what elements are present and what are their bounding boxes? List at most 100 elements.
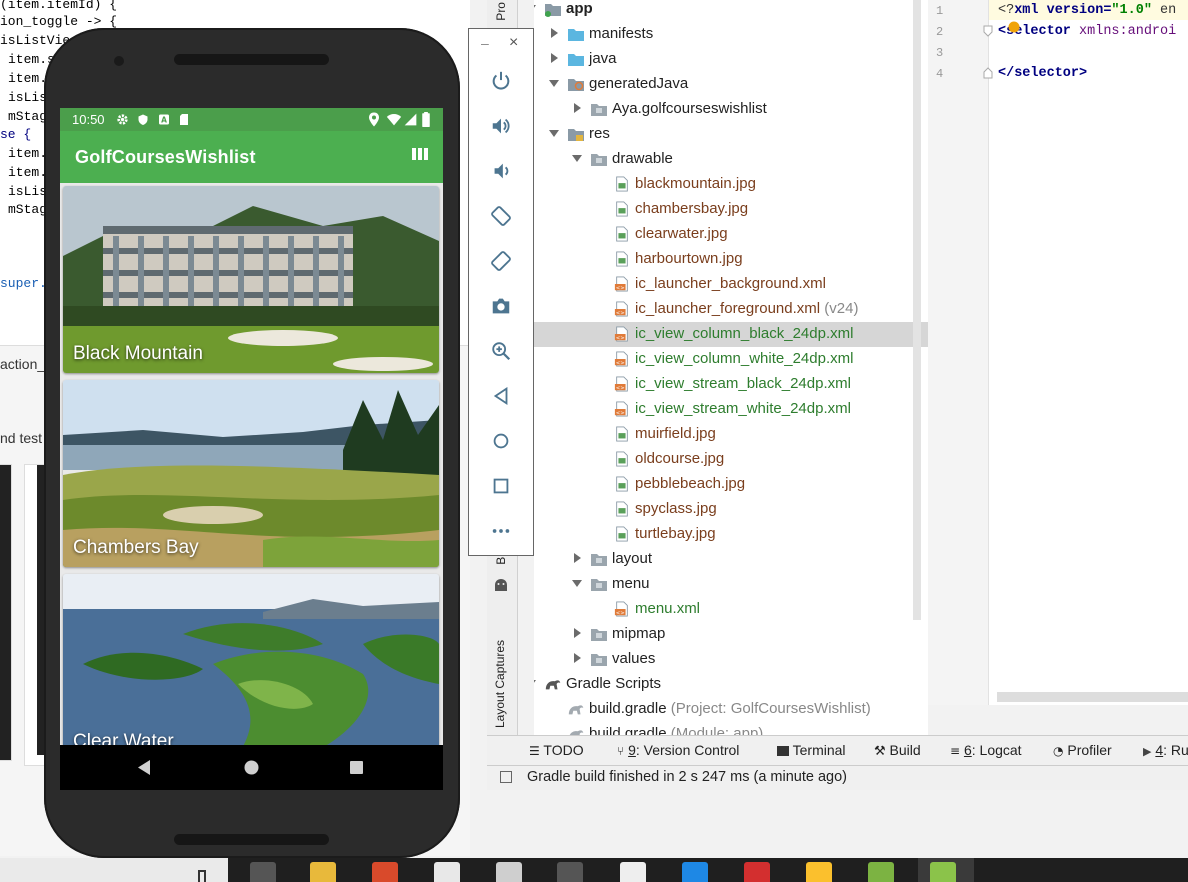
tree-item[interactable]: app [534, 0, 928, 22]
tree-item[interactable]: <> ic_view_column_white_24dp.xml [534, 347, 928, 372]
course-card[interactable]: Chambers Bay [63, 380, 439, 567]
project-tool-tab[interactable]: Pro [494, 2, 508, 21]
tree-item[interactable]: muirfield.jpg [534, 422, 928, 447]
xml-editor[interactable]: 1 2 3 4 <?xml version="1.0" en <selector… [928, 0, 1188, 705]
tree-item[interactable]: Gradle Scripts [534, 672, 928, 697]
tab-run[interactable]: ▶ 4: Ru [1143, 742, 1188, 758]
file-explorer-icon[interactable] [310, 862, 336, 882]
minimize-button[interactable]: – [481, 35, 489, 51]
intention-bulb-icon[interactable] [1008, 21, 1020, 33]
emulator-screen[interactable]: 10:50 A GolfCoursesWishlist Black Mounta… [60, 108, 443, 790]
tree-item[interactable]: values [534, 647, 928, 672]
chevron-down-icon[interactable] [534, 678, 536, 688]
tree-scrollbar[interactable] [913, 0, 921, 620]
editor-horizontal-scrollbar[interactable] [997, 692, 1188, 702]
tree-item[interactable]: menu [534, 572, 928, 597]
home-button[interactable] [469, 418, 533, 463]
tree-item[interactable]: <> ic_launcher_foreground.xml (v24) [534, 297, 928, 322]
volume-down-button[interactable] [469, 148, 533, 193]
tree-item[interactable]: spyclass.jpg [534, 497, 928, 522]
tab-todo[interactable]: ☰ TODO [529, 742, 584, 758]
tree-item[interactable]: harbourtown.jpg [534, 247, 928, 272]
tab-logcat[interactable]: ≡ 6: Logcat [950, 742, 1022, 758]
event-log-icon[interactable] [500, 771, 512, 783]
tab-profiler[interactable]: ◔ Profiler [1053, 742, 1112, 758]
tree-item[interactable]: <> menu.xml [534, 597, 928, 622]
tree-item-label: manifests [589, 25, 654, 42]
fold-icon[interactable] [983, 67, 993, 79]
amazon-icon[interactable] [557, 862, 583, 882]
chevron-right-icon[interactable] [549, 53, 559, 63]
course-card[interactable]: Clear Water [63, 574, 439, 745]
chevron-down-icon[interactable] [572, 153, 582, 163]
tree-item[interactable]: generatedJava [534, 72, 928, 97]
tree-item[interactable]: <> ic_view_stream_white_24dp.xml [534, 397, 928, 422]
android-icon[interactable] [493, 578, 509, 592]
chrome-icon[interactable] [806, 862, 832, 882]
chevron-right-icon[interactable] [572, 103, 582, 113]
tree-item[interactable]: mipmap [534, 622, 928, 647]
tree-item[interactable]: res [534, 122, 928, 147]
chevron-down-icon[interactable] [572, 578, 582, 588]
chevron-down-icon[interactable] [549, 128, 559, 138]
zoom-button[interactable] [469, 328, 533, 373]
tree-item-label: mipmap [612, 625, 666, 642]
more-button[interactable] [469, 508, 533, 553]
recents-icon[interactable] [349, 760, 364, 775]
tree-item[interactable]: oldcourse.jpg [534, 447, 928, 472]
rotate-right-button[interactable] [469, 238, 533, 283]
course-list[interactable]: Black Mountain Chambers Bay Clear Water [60, 183, 443, 745]
volume-up-button[interactable] [469, 103, 533, 148]
tree-item[interactable]: java [534, 47, 928, 72]
tree-item[interactable]: <> ic_launcher_background.xml [534, 272, 928, 297]
code-line[interactable]: <selector xmlns:androi [998, 24, 1176, 39]
emulator-app-icon[interactable] [930, 862, 956, 882]
tree-item[interactable]: Aya.golfcourseswishlist [534, 97, 928, 122]
code-line[interactable]: </selector> [998, 66, 1087, 81]
android-studio-icon[interactable] [868, 862, 894, 882]
taskbar-search-area[interactable] [0, 858, 228, 882]
tree-item[interactable]: turtlebay.jpg [534, 522, 928, 547]
code-line[interactable]: <?xml version="1.0" en [998, 3, 1176, 18]
chevron-right-icon[interactable] [572, 553, 582, 563]
dropbox-icon[interactable] [496, 862, 522, 882]
opera-icon[interactable] [744, 862, 770, 882]
tree-item[interactable]: drawable [534, 147, 928, 172]
tab-version-control[interactable]: ⑂ 9: Version Control [617, 742, 739, 758]
chevron-right-icon[interactable] [549, 28, 559, 38]
tree-item[interactable]: build.gradle (Project: GolfCoursesWishli… [534, 697, 928, 722]
tree-item[interactable]: <> ic_view_column_black_24dp.xml [534, 322, 928, 347]
tab-terminal[interactable]: Terminal [777, 742, 846, 758]
chevron-right-icon[interactable] [572, 653, 582, 663]
back-icon[interactable] [136, 759, 152, 776]
mail-icon[interactable] [620, 862, 646, 882]
back-button[interactable] [469, 373, 533, 418]
tree-item[interactable]: pebblebeach.jpg [534, 472, 928, 497]
overview-button[interactable] [469, 463, 533, 508]
power-button[interactable] [469, 58, 533, 103]
fold-icon[interactable] [983, 25, 993, 37]
chevron-right-icon[interactable] [572, 628, 582, 638]
tree-item[interactable]: manifests [534, 22, 928, 47]
tree-item[interactable]: build.gradle (Module: app) [534, 722, 928, 735]
task-view-icon[interactable] [250, 862, 276, 882]
tree-item[interactable]: <> ic_view_stream_black_24dp.xml [534, 372, 928, 397]
project-tree[interactable]: app manifests java generatedJava Aya.golfcou… [534, 0, 928, 735]
tab-build[interactable]: ⚒ Build [874, 742, 921, 759]
tree-item[interactable]: clearwater.jpg [534, 222, 928, 247]
view-column-icon[interactable] [412, 148, 428, 162]
tree-item[interactable]: blackmountain.jpg [534, 172, 928, 197]
chevron-down-icon[interactable] [534, 3, 536, 13]
course-card[interactable]: Black Mountain [63, 186, 439, 373]
git-icon[interactable] [372, 862, 398, 882]
home-icon[interactable] [243, 759, 260, 776]
tree-item[interactable]: layout [534, 547, 928, 572]
edge-icon[interactable] [682, 862, 708, 882]
chevron-down-icon[interactable] [549, 78, 559, 88]
store-icon[interactable] [434, 862, 460, 882]
close-button[interactable]: × [509, 34, 518, 52]
tree-item[interactable]: chambersbay.jpg [534, 197, 928, 222]
layout-captures-tab[interactable]: Layout Captures [493, 628, 507, 728]
screenshot-button[interactable] [469, 283, 533, 328]
rotate-left-button[interactable] [469, 193, 533, 238]
